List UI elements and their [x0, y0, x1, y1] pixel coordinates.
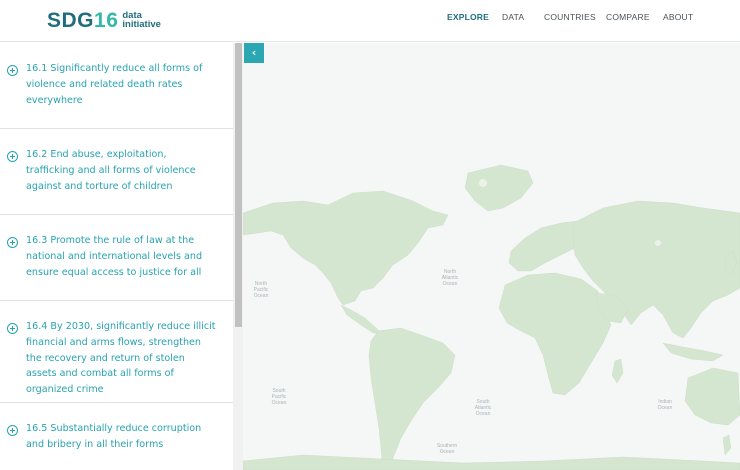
- target-16-5[interactable]: 16.5 Substantially reduce corruption and…: [0, 403, 233, 470]
- australia: [684, 367, 740, 426]
- nav-data[interactable]: DATA: [502, 12, 524, 22]
- expand-plus-icon[interactable]: [7, 323, 18, 334]
- logo-number: 16: [94, 8, 119, 32]
- logo-sdg: SDG: [47, 8, 95, 32]
- nav-explore[interactable]: EXPLORE: [447, 12, 489, 22]
- target-label: 16.5 Substantially reduce corruption and…: [26, 423, 202, 450]
- new-zealand: [722, 434, 732, 456]
- targets-sidebar: 16.1 Significantly reduce all forms of v…: [0, 43, 243, 470]
- target-label: 16.3 Promote the rule of law at the nati…: [26, 235, 203, 278]
- expand-plus-icon[interactable]: [7, 151, 18, 162]
- target-16-2[interactable]: 16.2 End abuse, exploitation, traffickin…: [0, 129, 233, 215]
- logo-subtitle: data initiative: [122, 10, 161, 30]
- logo-wordmark: SDG16: [47, 10, 118, 31]
- antarctica: [243, 454, 740, 470]
- collapse-sidebar-button[interactable]: ‹: [244, 43, 264, 63]
- world-map[interactable]: North Pacific Ocean North Atlantic Ocean…: [243, 43, 740, 470]
- target-label: 16.4 By 2030, significantly reduce illic…: [26, 321, 216, 396]
- nav-countries[interactable]: COUNTRIES: [544, 12, 596, 22]
- nav-about[interactable]: ABOUT: [663, 12, 693, 22]
- nav-compare[interactable]: COMPARE: [606, 12, 650, 22]
- greenland-ice: [479, 179, 487, 187]
- ocean-label-southern: Southern Ocean: [436, 443, 458, 455]
- sdg16-logo[interactable]: SDG16 data initiative: [47, 5, 166, 35]
- greenland: [464, 164, 534, 212]
- africa: [498, 272, 612, 396]
- scrollbar-thumb[interactable]: [235, 43, 242, 327]
- target-16-3[interactable]: 16.3 Promote the rule of law at the nati…: [0, 215, 233, 301]
- ocean-label-south-pacific: South Pacific Ocean: [271, 388, 287, 406]
- target-16-4[interactable]: 16.4 By 2030, significantly reduce illic…: [0, 301, 233, 403]
- target-label: 16.2 End abuse, exploitation, traffickin…: [26, 149, 196, 192]
- expand-plus-icon[interactable]: [7, 237, 18, 248]
- expand-plus-icon[interactable]: [7, 425, 18, 436]
- target-16-1[interactable]: 16.1 Significantly reduce all forms of v…: [0, 43, 233, 129]
- ocean-label-north-atlantic: North Atlantic Ocean: [441, 269, 459, 287]
- ocean-label-indian: Indian Ocean: [657, 399, 673, 411]
- chevron-left-icon: ‹: [251, 46, 257, 59]
- expand-plus-icon[interactable]: [7, 65, 18, 76]
- target-label: 16.1 Significantly reduce all forms of v…: [26, 63, 203, 106]
- top-header: SDG16 data initiative EXPLORE DATA COUNT…: [0, 0, 740, 42]
- indonesia: [662, 342, 724, 362]
- central-america: [340, 304, 382, 334]
- ocean-label-north-pacific: North Pacific Ocean: [253, 281, 269, 299]
- madagascar: [611, 358, 624, 384]
- ocean-label-south-atlantic: South Atlantic Ocean: [474, 399, 492, 417]
